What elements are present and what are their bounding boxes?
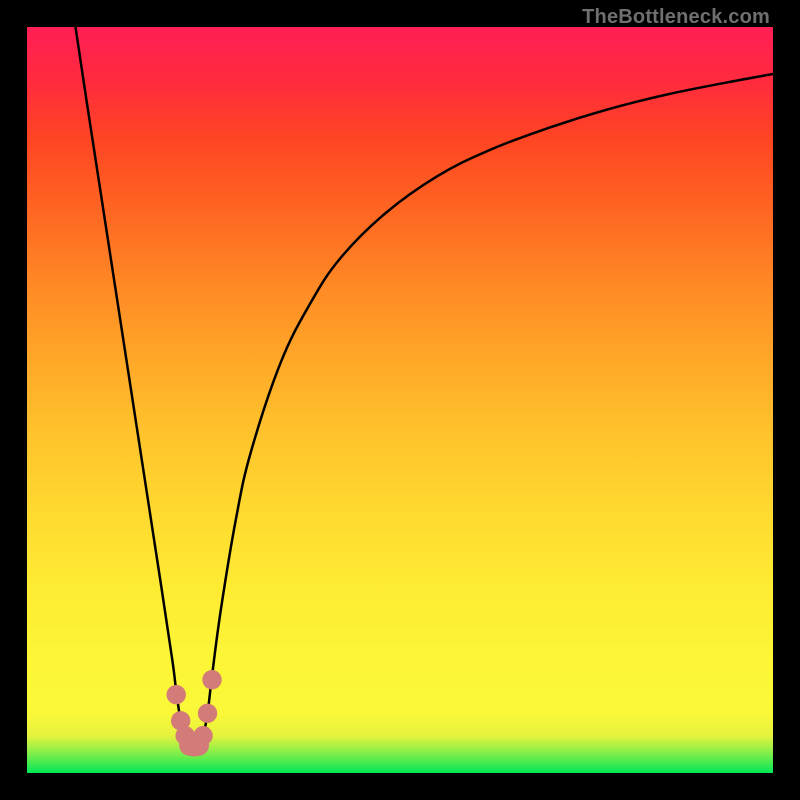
plot-area bbox=[27, 27, 773, 773]
curve-left bbox=[75, 27, 194, 746]
chart-svg bbox=[27, 27, 773, 773]
data-marker bbox=[167, 685, 186, 704]
data-marker bbox=[202, 670, 221, 689]
chart-frame: TheBottleneck.com bbox=[0, 0, 800, 800]
data-marker bbox=[193, 726, 212, 745]
attribution-label: TheBottleneck.com bbox=[582, 6, 770, 29]
curve-right bbox=[194, 74, 773, 746]
data-marker bbox=[198, 704, 217, 723]
